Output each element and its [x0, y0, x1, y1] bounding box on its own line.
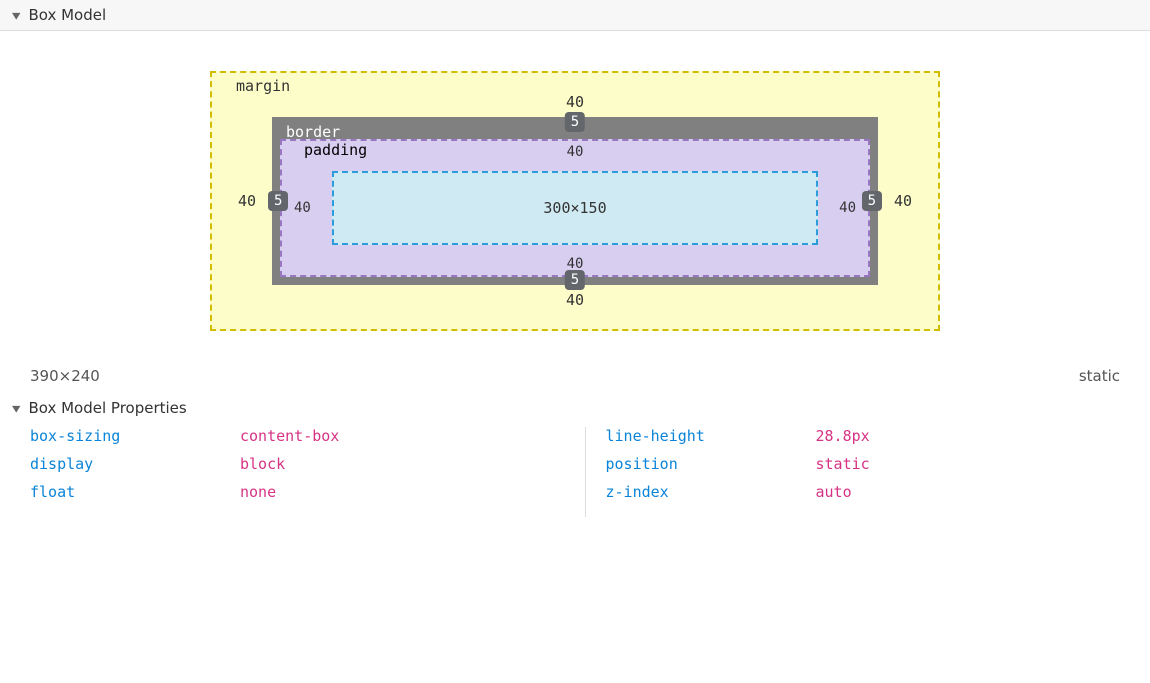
box-model-properties-title: Box Model Properties: [28, 399, 186, 417]
prop-name[interactable]: float: [30, 483, 240, 501]
prop-name[interactable]: z-index: [606, 483, 816, 501]
margin-bottom-value[interactable]: 40: [566, 291, 584, 309]
prop-name[interactable]: box-sizing: [30, 427, 240, 445]
column-divider: [585, 427, 586, 517]
margin-label: margin: [236, 77, 290, 95]
border-bottom-value[interactable]: 5: [565, 270, 585, 290]
position-type: static: [1079, 367, 1120, 385]
computed-size: 390×240: [30, 367, 100, 385]
disclosure-triangle-icon: ▼: [12, 403, 20, 413]
properties-col-right: line-height 28.8px position static z-ind…: [606, 427, 1141, 517]
properties-grid: box-sizing content-box display block flo…: [0, 421, 1150, 547]
prop-value[interactable]: 28.8px: [816, 427, 1141, 445]
disclosure-triangle-icon: ▼: [12, 10, 20, 20]
border-top-value[interactable]: 5: [565, 112, 585, 132]
prop-value[interactable]: static: [816, 455, 1141, 473]
prop-name[interactable]: line-height: [606, 427, 816, 445]
border-label: border: [286, 123, 340, 141]
summary-row: 390×240 static: [0, 361, 1150, 395]
margin-layer[interactable]: margin border 40 40 40 40 5 5 5 5 paddin…: [210, 71, 940, 331]
padding-top-value[interactable]: 40: [567, 144, 584, 160]
box-model-properties-header[interactable]: ▼ Box Model Properties: [0, 395, 1150, 421]
prop-value[interactable]: content-box: [240, 427, 565, 445]
margin-top-value[interactable]: 40: [566, 93, 584, 111]
properties-col-left: box-sizing content-box display block flo…: [30, 427, 565, 517]
border-left-value[interactable]: 5: [268, 191, 288, 211]
prop-name[interactable]: position: [606, 455, 816, 473]
content-size[interactable]: 300×150: [543, 199, 606, 217]
prop-value[interactable]: auto: [816, 483, 1141, 501]
content-layer[interactable]: 300×150: [332, 171, 818, 245]
box-model-header[interactable]: ▼ Box Model: [0, 0, 1150, 31]
margin-left-value[interactable]: 40: [238, 192, 256, 210]
padding-right-value[interactable]: 40: [839, 200, 856, 216]
padding-label: padding: [304, 141, 367, 159]
border-layer[interactable]: border 40 40 40 40 5 5 5 5 padding 40 40…: [272, 117, 878, 285]
prop-name[interactable]: display: [30, 455, 240, 473]
box-model-diagram: margin border 40 40 40 40 5 5 5 5 paddin…: [0, 31, 1150, 361]
prop-value[interactable]: none: [240, 483, 565, 501]
padding-layer[interactable]: padding 40 40 40 40 300×150: [280, 139, 870, 277]
padding-left-value[interactable]: 40: [294, 200, 311, 216]
border-right-value[interactable]: 5: [862, 191, 882, 211]
box-model-title: Box Model: [28, 6, 106, 24]
prop-value[interactable]: block: [240, 455, 565, 473]
margin-right-value[interactable]: 40: [894, 192, 912, 210]
